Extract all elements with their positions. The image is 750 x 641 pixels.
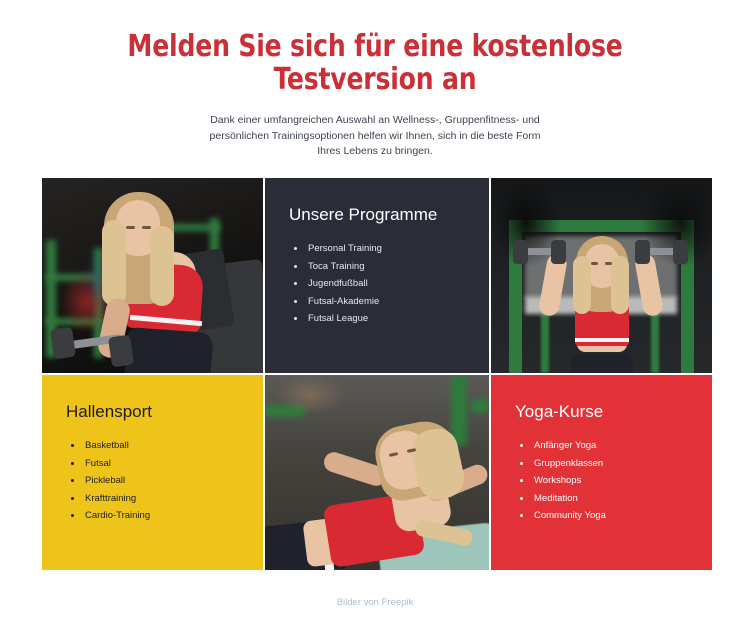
list-item: Anfänger Yoga [532, 437, 688, 455]
photo-situp [265, 375, 489, 570]
gym-shoulder-press-photo [491, 178, 712, 373]
list-item: Futsal-Akademie [306, 293, 465, 311]
list-item: Workshops [532, 472, 688, 490]
list-item: Personal Training [306, 240, 465, 258]
yoga-list: Anfänger Yoga Gruppenklassen Workshops M… [515, 437, 688, 525]
page-subtitle: Dank einer umfangreichen Auswahl an Well… [209, 114, 541, 157]
hallensport-panel: Hallensport Basketball Futsal Pickleball… [42, 375, 263, 570]
list-item: Gruppenklassen [532, 455, 688, 473]
image-credit-link[interactable]: Bilder von Freepik [337, 597, 414, 608]
programme-list: Personal Training Toca Training Jugendfu… [289, 240, 465, 328]
programme-panel: Unsere Programme Personal Training Toca … [265, 178, 489, 373]
content-grid: Unsere Programme Personal Training Toca … [42, 178, 712, 570]
list-item: Basketball [83, 437, 239, 455]
yoga-panel-title: Yoga-Kurse [515, 402, 604, 421]
list-item: Krafttraining [83, 490, 239, 508]
list-item: Cardio-Training [83, 507, 239, 525]
list-item: Toca Training [306, 258, 465, 276]
landing-page: Melden Sie sich für eine kostenlose Test… [0, 0, 750, 641]
list-item: Jugendfußball [306, 275, 465, 293]
list-item: Pickleball [83, 472, 239, 490]
page-title: Melden Sie sich für eine kostenlose Test… [127, 29, 623, 97]
list-item: Community Yoga [532, 507, 688, 525]
list-item: Futsal League [306, 310, 465, 328]
photo-dumbbell-curl [42, 178, 263, 373]
page-footer: Bilder von Freepik [0, 592, 750, 610]
yoga-panel: Yoga-Kurse Anfänger Yoga Gruppenklassen … [491, 375, 712, 570]
hallensport-list: Basketball Futsal Pickleball Krafttraini… [66, 437, 239, 525]
programme-panel-title: Unsere Programme [289, 205, 438, 224]
gym-situp-photo [265, 375, 489, 570]
hallensport-panel-title: Hallensport [66, 402, 152, 421]
page-header: Melden Sie sich für eine kostenlose Test… [0, 0, 750, 160]
gym-dumbbell-curl-photo [42, 178, 263, 373]
photo-shoulder-press [491, 178, 712, 373]
list-item: Futsal [83, 455, 239, 473]
list-item: Meditation [532, 490, 688, 508]
